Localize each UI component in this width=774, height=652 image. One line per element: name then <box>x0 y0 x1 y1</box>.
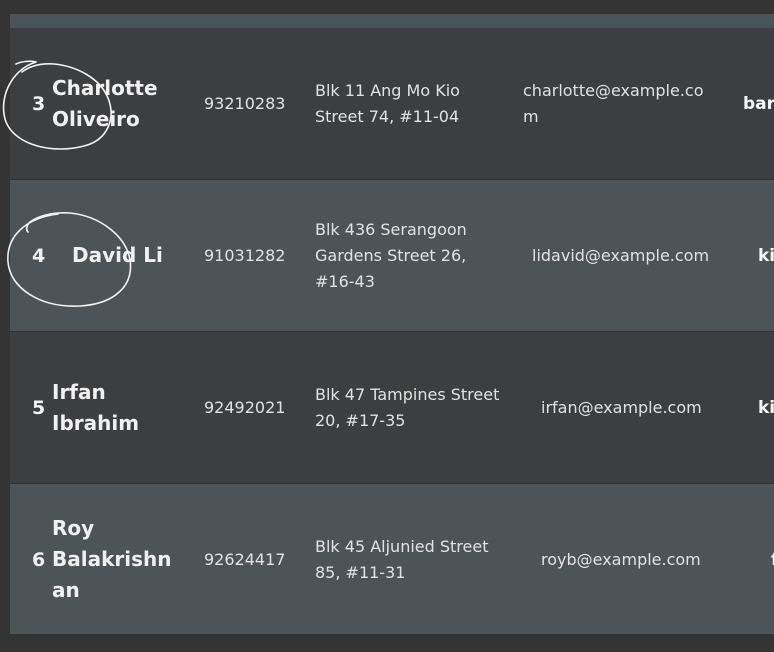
person-address: Blk 47 Tampines Street 20, #17-35 <box>315 332 525 483</box>
person-list[interactable]: 3 Charlotte Oliveiro 93210283 Blk 11 Ang… <box>10 14 774 634</box>
person-name: David Li <box>72 180 202 331</box>
person-address-line: 85, #11-31 <box>315 562 406 582</box>
person-address: Blk 436 Serangoon Gardens Street 26, #16… <box>315 180 525 331</box>
person-card-irfan-ibrahim[interactable]: 5 Irfan Ibrahim 92492021 Blk 47 Tampines… <box>10 332 774 483</box>
person-address-line: Blk 47 Tampines Street <box>315 384 500 404</box>
person-phone: 92492021 <box>204 398 286 417</box>
person-index: 6 <box>32 548 46 571</box>
person-address-line: Blk 436 Serangoon <box>315 219 467 239</box>
person-name-line: Ibrahim <box>52 410 140 435</box>
person-email-line: royb@example.com <box>541 549 701 569</box>
person-email-line: m <box>523 106 539 126</box>
person-phone: 93210283 <box>204 94 286 113</box>
person-email-line: irfan@example.com <box>541 397 702 417</box>
person-address-line: Street 74, #11-04 <box>315 106 460 126</box>
person-address-line: #16-43 <box>315 271 375 291</box>
person-email: royb@example.com <box>541 484 701 634</box>
person-phone: 92624417 <box>204 550 286 569</box>
person-phone: 91031282 <box>204 246 286 265</box>
person-name-line: Oliveiro <box>52 106 140 131</box>
person-card-charlotte-oliveiro[interactable]: 3 Charlotte Oliveiro 93210283 Blk 11 Ang… <box>10 28 774 179</box>
person-address-line: Blk 45 Aljunied Street <box>315 536 489 556</box>
person-address: Blk 11 Ang Mo Kio Street 74, #11-04 <box>315 28 525 179</box>
person-email-line: charlotte@example.co <box>523 80 704 100</box>
person-index: 3 <box>32 92 46 115</box>
person-name-line: an <box>52 578 80 602</box>
person-card-david-li[interactable]: 4 David Li 91031282 Blk 436 Serangoon Ga… <box>10 180 774 331</box>
person-email: irfan@example.com <box>541 332 702 483</box>
person-index: 4 <box>32 244 46 267</box>
person-email-line: lidavid@example.com <box>532 245 710 265</box>
person-name-line: Charlotte <box>52 75 158 100</box>
person-tag: ki <box>758 245 774 266</box>
person-email: charlotte@example.co m <box>523 28 703 179</box>
person-name: Irfan Ibrahim <box>52 332 182 483</box>
app-window: 3 Charlotte Oliveiro 93210283 Blk 11 Ang… <box>0 0 774 652</box>
person-name-line: David Li <box>72 243 163 267</box>
person-name-line: Balakrishn <box>52 547 172 571</box>
person-name: Charlotte Oliveiro <box>52 28 182 179</box>
person-index: 5 <box>32 396 46 419</box>
person-address: Blk 45 Aljunied Street 85, #11-31 <box>315 484 525 634</box>
person-name-line: Roy <box>52 516 95 540</box>
person-address-line: Gardens Street 26, <box>315 245 467 265</box>
person-card-roy-balakrishnan[interactable]: 6 Roy Balakrishn an 92624417 Blk 45 Alju… <box>10 484 774 634</box>
person-tag: bar <box>743 93 774 114</box>
person-name-line: Irfan <box>52 379 106 404</box>
person-address-line: 20, #17-35 <box>315 410 406 430</box>
person-address-line: Blk 11 Ang Mo Kio <box>315 80 460 100</box>
person-name: Roy Balakrishn an <box>52 484 182 634</box>
person-email: lidavid@example.com <box>532 180 709 331</box>
person-tag: ki <box>758 397 774 418</box>
previous-row-edge <box>10 14 774 28</box>
